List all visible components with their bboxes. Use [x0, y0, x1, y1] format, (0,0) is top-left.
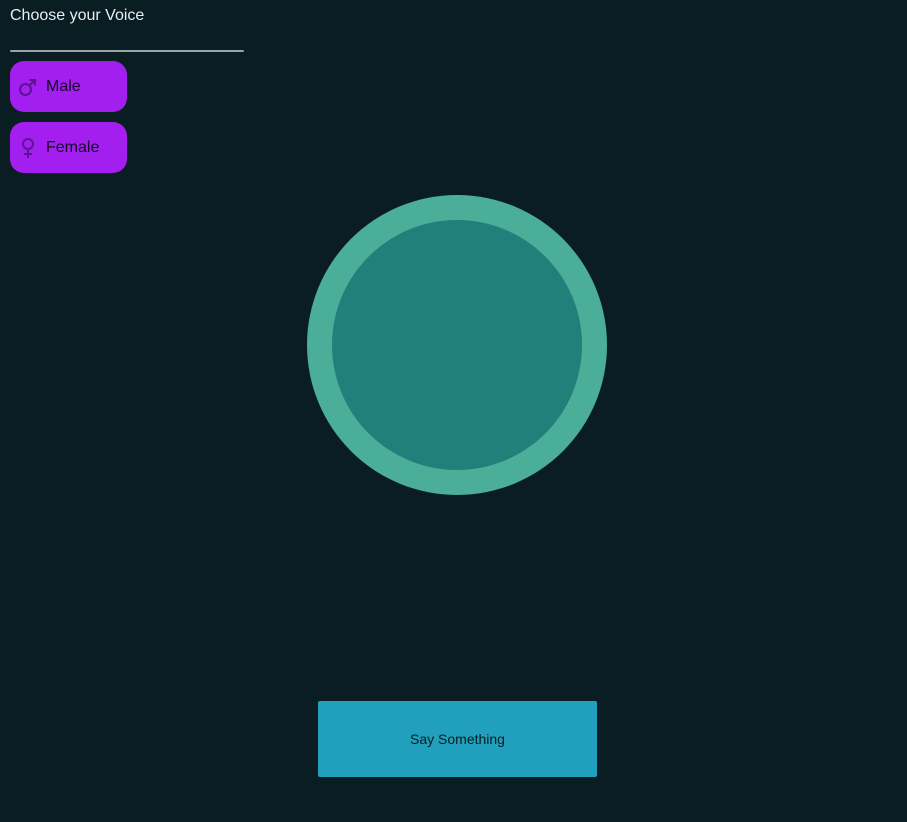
- voice-picker-title: Choose your Voice: [10, 7, 145, 24]
- male-voice-button[interactable]: Male: [10, 61, 127, 112]
- voice-orb-core: [332, 220, 582, 470]
- male-icon: [17, 76, 39, 98]
- voice-picker-underline: [10, 50, 244, 52]
- app-window: Choose your Voice Male Female Say Someth…: [0, 0, 907, 822]
- female-voice-label: Female: [46, 138, 100, 156]
- say-something-label: Say Something: [410, 731, 505, 747]
- voice-orb: [307, 195, 607, 495]
- male-voice-label: Male: [46, 77, 81, 95]
- female-icon: [17, 137, 39, 159]
- say-something-button[interactable]: Say Something: [318, 701, 597, 777]
- female-voice-button[interactable]: Female: [10, 122, 127, 173]
